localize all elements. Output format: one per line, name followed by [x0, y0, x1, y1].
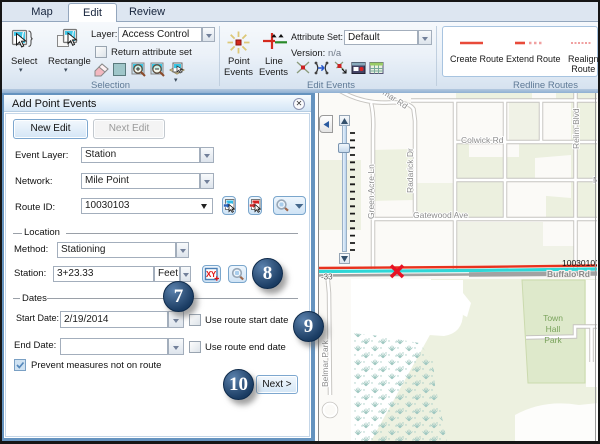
- svg-text:10030103: 10030103: [562, 258, 597, 268]
- svg-text:Park: Park: [544, 335, 562, 345]
- svg-text:Green Acre Ln: Green Acre Ln: [366, 164, 376, 219]
- svg-text:-33: -33: [321, 273, 333, 282]
- svg-text:Radarick Dr: Radarick Dr: [405, 148, 415, 193]
- svg-text:Relim Blvd: Relim Blvd: [571, 108, 581, 149]
- svg-text:Hall: Hall: [546, 324, 561, 334]
- svg-text:Buffalo Rd: Buffalo Rd: [547, 269, 590, 279]
- svg-text:Colwick Rd: Colwick Rd: [461, 135, 504, 145]
- svg-text:Belmar Park: Belmar Park: [320, 339, 330, 387]
- svg-text:Town: Town: [543, 313, 563, 323]
- svg-text:Gatewood Ave: Gatewood Ave: [413, 210, 468, 220]
